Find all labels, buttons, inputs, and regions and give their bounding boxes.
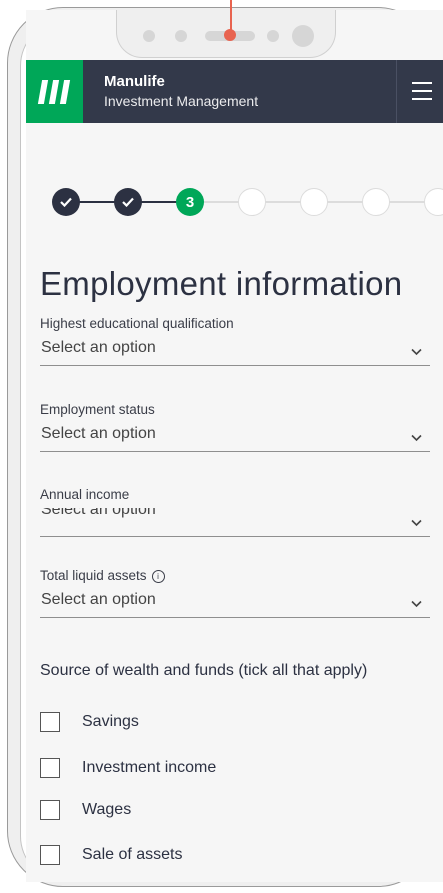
chevron-down-icon [411,348,422,356]
sale-of-assets-checkbox[interactable] [40,845,60,865]
step-3-current: 3 [176,188,204,216]
wealth-section-heading: Source of wealth and funds (tick all tha… [40,662,368,679]
checkbox-row-sale-of-assets[interactable]: Sale of assets [40,843,183,867]
info-icon[interactable]: i [151,570,165,583]
select-value: Select an option [41,591,156,608]
step-4 [238,188,266,216]
camera-lens [292,25,314,47]
checkbox-row-savings[interactable]: Savings [40,710,139,734]
step-7 [424,188,443,216]
pointer-line [230,0,232,32]
sensor-dot [143,30,155,42]
pointer-dot [224,29,236,41]
checkbox-label[interactable]: Investment income [82,759,216,777]
step-2-complete [114,188,142,216]
wages-checkbox[interactable] [40,800,60,820]
savings-checkbox[interactable] [40,712,60,732]
progress-stepper: 3 [26,182,443,222]
header-divider [396,60,397,123]
step-5 [300,188,328,216]
select-value: Select an option [41,339,156,356]
checkbox-row-investment-income[interactable]: Investment income [40,756,216,780]
annual-income-field: Annual income Select an option [40,487,430,537]
manulife-logo[interactable] [26,60,83,123]
checkbox-row-wages[interactable]: Wages [40,798,131,822]
chevron-down-icon [411,519,422,527]
employment-status-select[interactable]: Select an option [40,423,430,452]
select-value: Select an option [41,425,156,442]
hamburger-icon[interactable] [412,82,432,100]
education-field: Highest educational qualification Select… [40,316,430,366]
step-6 [362,188,390,216]
field-label: Employment status [40,402,155,417]
brand-subtitle: Investment Management [104,93,259,109]
page-title: Employment information [40,265,403,302]
app-header: Manulife Investment Management [26,60,443,123]
brand-name: Manulife [104,73,165,90]
field-label: Total liquid assets i [40,568,430,583]
chevron-down-icon [411,434,422,442]
field-label-text: Total liquid assets [40,568,147,583]
app-screen: Manulife Investment Management 3 Employm… [26,10,443,882]
chevron-down-icon [411,600,422,608]
checkbox-label[interactable]: Savings [82,713,139,731]
checkmark-icon [60,197,72,207]
annual-income-select[interactable]: Select an option [40,508,430,537]
field-label: Highest educational qualification [40,316,234,331]
step-1-complete [52,188,80,216]
sensor-dot [175,30,187,42]
employment-status-field: Employment status Select an option [40,402,430,452]
checkmark-icon [122,197,134,207]
checkbox-label[interactable]: Wages [82,801,131,819]
investment-income-checkbox[interactable] [40,758,60,778]
field-label: Annual income [40,487,130,502]
liquid-assets-field: Total liquid assets i Select an option [40,568,430,618]
liquid-assets-select[interactable]: Select an option [40,589,430,618]
select-value: Select an option [41,508,156,518]
sensor-dot [267,30,279,42]
checkbox-label[interactable]: Sale of assets [82,846,183,864]
education-select[interactable]: Select an option [40,337,430,366]
